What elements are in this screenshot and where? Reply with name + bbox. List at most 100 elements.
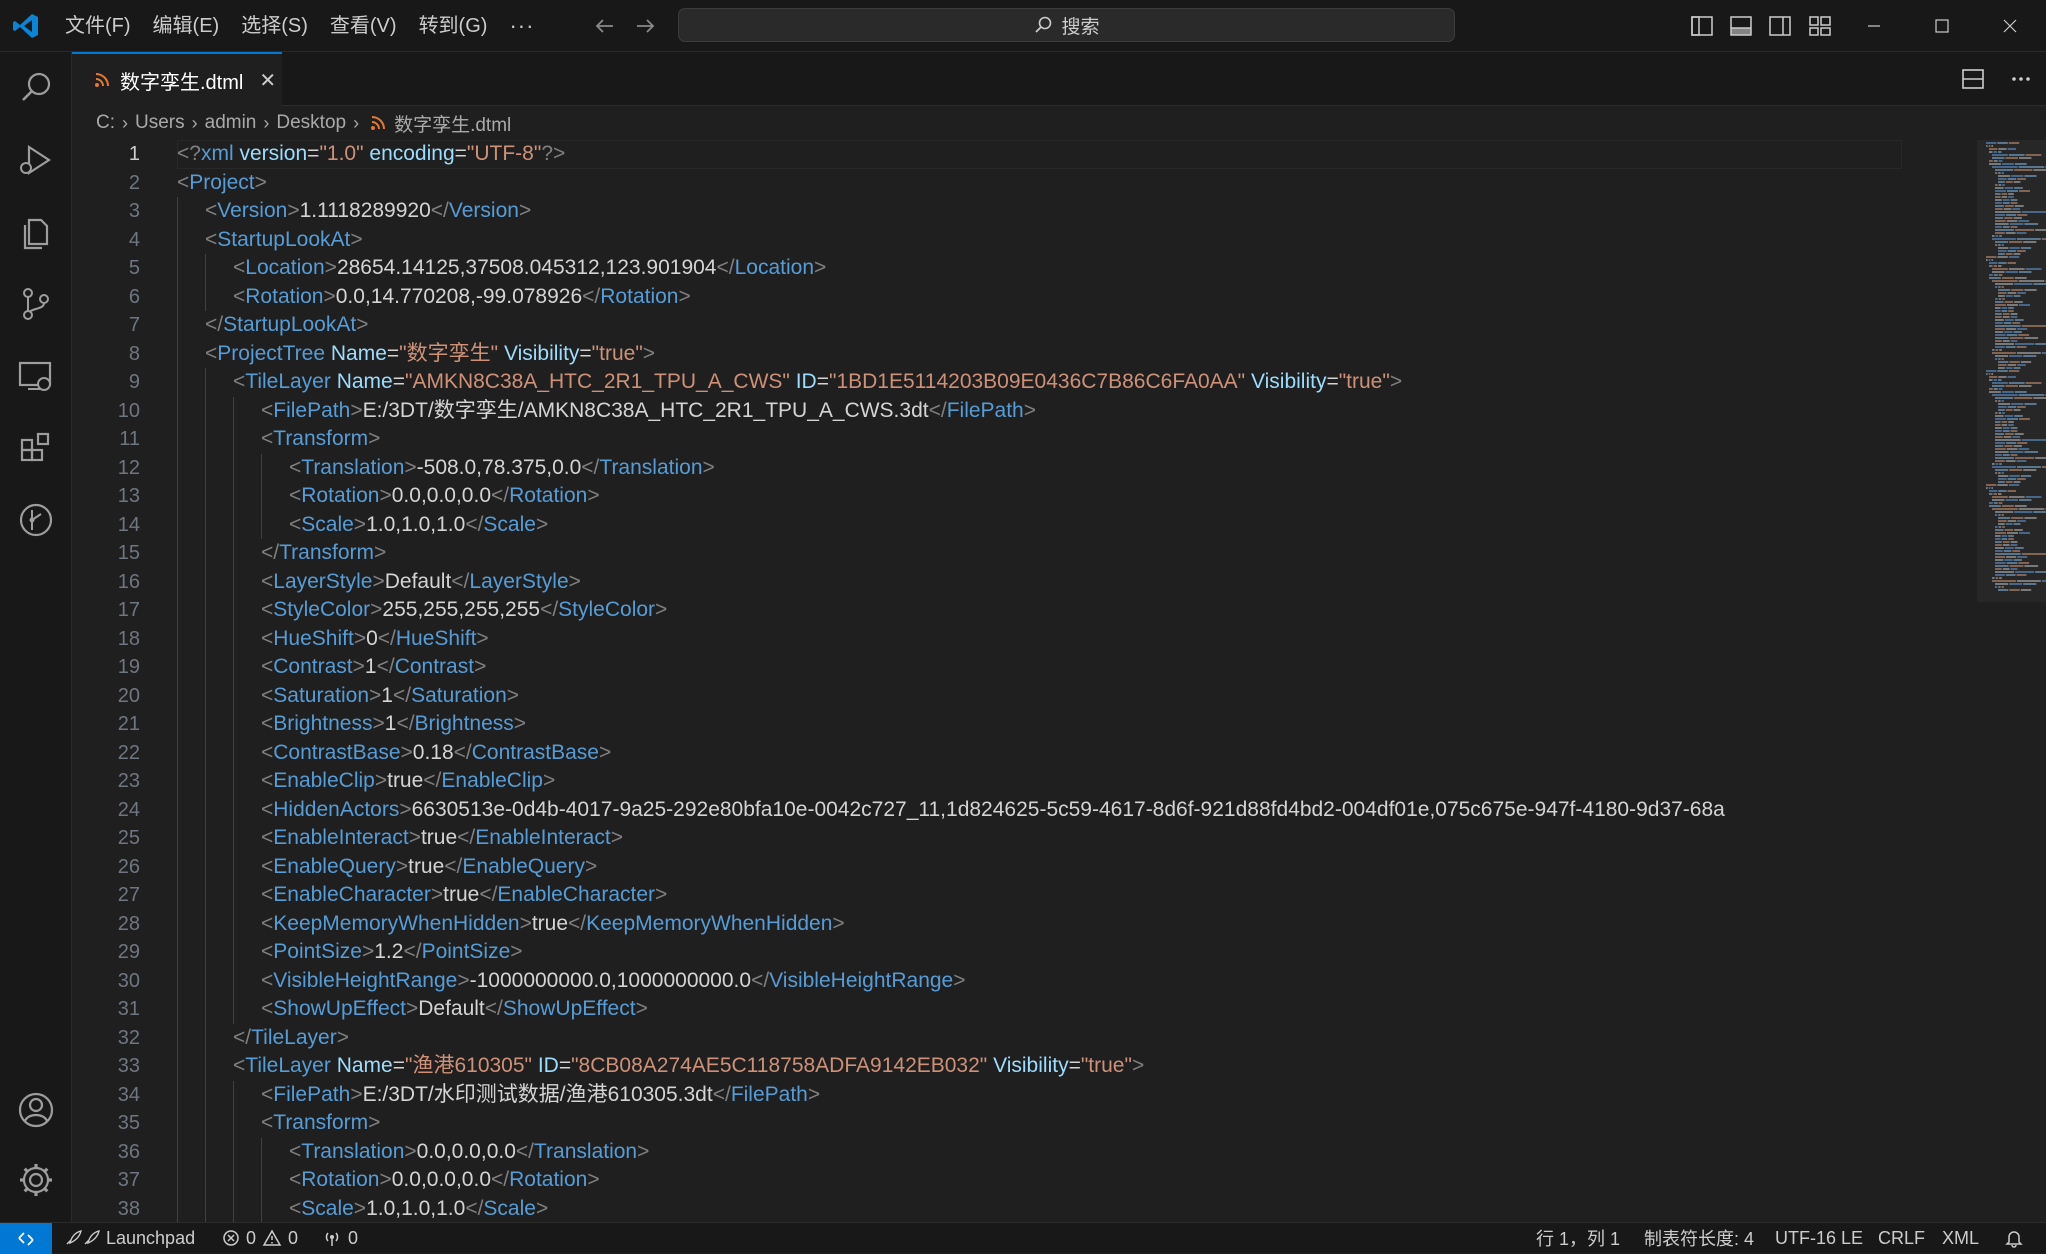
code-line[interactable]: 35 <Transform> [72,1109,1902,1138]
remote-indicator-button[interactable] [0,1223,52,1254]
code-line[interactable]: 38 <Scale>1.0,1.0,1.0</Scale> [72,1194,1902,1222]
indent-guide [177,254,178,283]
breadcrumb-item-admin[interactable]: admin [205,112,257,134]
code-line[interactable]: 5 <Location>28654.14125,37508.045312,123.… [72,254,1902,283]
code-token: > [356,313,369,336]
line-number: 1 [128,143,140,165]
tab-size-indicator[interactable]: 制表符长度: 4 [1644,1223,1754,1253]
code-line[interactable]: 31 <ShowUpEffect>Default</ShowUpEffect> [72,995,1902,1024]
cursor-position[interactable]: 行 1，列 1 [1536,1223,1620,1253]
code-token: 0.0,0.0,0.0 [391,1168,491,1191]
code-token: > [568,569,581,593]
code-line[interactable]: 30 <VisibleHeightRange>-1000000000.0,1000… [72,966,1902,995]
close-icon[interactable]: ✕ [259,68,276,93]
launchpad-button[interactable]: Launchpad [64,1223,195,1253]
problems-button[interactable]: 0 0 [222,1223,298,1253]
code-line[interactable]: 34 <FilePath>E:/3DT/水印测试数据/渔港610305.3dt</… [72,1080,1902,1109]
explorer-files-icon[interactable] [14,210,58,254]
code-token: > [1131,1054,1145,1077]
code-line[interactable]: 4 <StartupLookAt> [72,225,1902,254]
code-line[interactable]: 17 <StyleColor>255,255,255,255</StyleColo… [72,596,1902,625]
code-line[interactable]: 22 <ContrastBase>0.18</ContrastBase> [72,738,1902,767]
code-line[interactable]: 32 </TileLayer> [72,1023,1902,1052]
code-token: KeepMemoryWhenHidden [586,911,833,935]
code-line[interactable]: 1 <?xml version="1.0" encoding="UTF-8"?> [72,140,1902,169]
search-label: 搜索 [1061,16,1100,38]
notifications-button[interactable] [2004,1223,2024,1253]
minimize-icon[interactable] [1860,12,1888,40]
minimap-slider[interactable] [1977,140,2046,602]
code-token: </ [515,1139,534,1163]
split-editor-icon[interactable] [1960,66,1986,92]
toggle-primary-sidebar-icon[interactable] [1690,14,1714,38]
source-control-icon[interactable] [14,282,58,326]
breadcrumb-item-desktop[interactable]: Desktop [276,112,346,134]
command-center-search[interactable]: 搜索 [678,8,1455,42]
code-line[interactable]: 12 <Translation>-508.0,78.375,0.0</Transl… [72,453,1902,482]
code-line[interactable]: 36 <Translation>0.0,0.0,0.0</Translation> [72,1137,1902,1166]
git-graph-icon[interactable] [14,498,58,542]
code-line[interactable]: 19 <Contrast>1</Contrast> [72,653,1902,682]
code-line[interactable]: 37 <Rotation>0.0,0.0,0.0</Rotation> [72,1166,1902,1195]
code-line[interactable]: 18 <HueShift>0</HueShift> [72,624,1902,653]
code-line[interactable]: 10 <FilePath>E:/3DT/数字孪生/AMKN8C38A_HTC_2R… [72,396,1902,425]
code-line[interactable]: 16 <LayerStyle>Default</LayerStyle> [72,567,1902,596]
code-line[interactable]: 9 <TileLayer Name="AMKN8C38A_HTC_2R1_TPU_… [72,368,1902,397]
code-line[interactable]: 11 <Transform> [72,425,1902,454]
code-line[interactable]: 2 <Project> [72,169,1902,198]
menu-more-button[interactable]: ··· [498,9,545,43]
code-line[interactable]: 24 <HiddenActors>6630513e-0d4b-4017-9a25-… [72,795,1902,824]
code-token: Translation [599,455,703,479]
toggle-panel-icon[interactable] [1729,14,1753,38]
code-line[interactable]: 14 <Scale>1.0,1.0,1.0</Scale> [72,510,1902,539]
remote-explorer-icon[interactable] [14,354,58,398]
code-line[interactable]: 21 <Brightness>1</Brightness> [72,710,1902,739]
code-line[interactable]: 27 <EnableCharacter>true</EnableCharacter… [72,881,1902,910]
gear-icon[interactable] [14,1158,58,1202]
code-line[interactable]: 6 <Rotation>0.0,14.770208,-99.078926</Rot… [72,282,1902,311]
breadcrumb-item-drive[interactable]: C: [96,112,115,134]
breadcrumb-item-users[interactable]: Users [135,112,185,134]
code-line[interactable]: 7 </StartupLookAt> [72,311,1902,340]
code-line[interactable]: 28 <KeepMemoryWhenHidden>true</KeepMemory… [72,909,1902,938]
eol-indicator[interactable]: CRLF [1878,1223,1925,1253]
code-line[interactable]: 26 <EnableQuery>true</EnableQuery> [72,852,1902,881]
code-line[interactable]: 23 <EnableClip>true</EnableClip> [72,767,1902,796]
code-line[interactable]: 13 <Rotation>0.0,0.0,0.0</Rotation> [72,482,1902,511]
code-token: > [287,199,300,222]
arrow-left-icon[interactable] [592,12,618,40]
code-editor[interactable]: 1 <?xml version="1.0" encoding="UTF-8"?> 2… [72,140,2046,1222]
language-mode-indicator[interactable]: XML [1942,1223,1979,1253]
run-and-debug-icon[interactable] [14,138,58,182]
ports-button[interactable]: 0 [322,1223,358,1253]
code-text: <HueShift>0</HueShift> [261,625,1986,654]
more-actions-icon[interactable] [2008,66,2034,92]
close-window-icon[interactable] [1996,12,2024,40]
code-line[interactable]: 33 <TileLayer Name="渔港610305" ID="8CB08A2… [72,1052,1902,1081]
search-icon[interactable] [14,66,58,110]
code-line[interactable]: 20 <Saturation>1</Saturation> [72,681,1902,710]
toggle-secondary-sidebar-icon[interactable] [1768,14,1792,38]
code-line[interactable]: 15 </Transform> [72,539,1902,568]
accounts-icon[interactable] [14,1088,58,1132]
indent-guide [177,909,178,938]
code-line[interactable]: 25 <EnableInteract>true</EnableInteract> [72,824,1902,853]
menu-file[interactable]: 文件(F) [54,9,142,43]
code-line[interactable]: 3 <Version>1.1118289920</Version> [72,197,1902,226]
code-line[interactable]: 8 <ProjectTree Name="数字孪生" Visibility="tr… [72,339,1902,368]
maximize-icon[interactable] [1928,12,1956,40]
extensions-icon[interactable] [14,426,58,470]
customize-layout-icon[interactable] [1808,14,1832,38]
vscode-logo-icon[interactable] [12,12,40,40]
code-text: <Transform> [261,1109,1986,1138]
menu-selection[interactable]: 选择(S) [230,9,319,43]
menu-view[interactable]: 查看(V) [319,9,408,43]
code-line[interactable]: 29 <PointSize>1.2</PointSize> [72,938,1902,967]
breadcrumb-item-file[interactable]: 数字孪生.dtml [394,110,511,137]
encoding-indicator[interactable]: UTF-16 LE [1775,1223,1863,1253]
menu-go[interactable]: 转到(G) [408,9,499,43]
tab-digital-twin-dtml[interactable]: 数字孪生.dtml ✕ [72,52,282,106]
arrow-right-icon[interactable] [632,12,658,40]
menu-edit[interactable]: 编辑(E) [142,9,231,43]
code-token: "渔港610305" [405,1054,532,1077]
